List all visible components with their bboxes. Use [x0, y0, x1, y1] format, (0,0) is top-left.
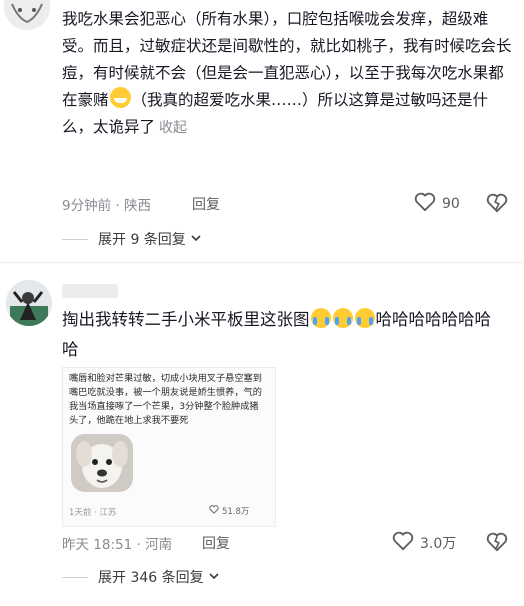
heart-outline-icon — [209, 505, 219, 517]
embedded-comment-text: 嘴唇和脸对芒果过敏，切成小块用叉子悬空塞到嘴巴吃就没事，被一个朋友说是娇生惯养，… — [69, 373, 262, 426]
avatar[interactable] — [6, 280, 52, 326]
broken-heart-icon — [486, 532, 508, 556]
chevron-down-icon — [190, 231, 202, 247]
broken-heart-icon — [486, 193, 508, 217]
dislike-button[interactable] — [486, 532, 508, 556]
comment-text: 我吃水果会犯恶心（所有水果），口腔包括喉咙会发痒，超级难受。而且，过敏症状还是间… — [62, 10, 512, 136]
heart-outline-icon — [392, 531, 414, 555]
expand-replies-label: 展开 346 条回复 — [98, 570, 204, 586]
expand-replies-label: 展开 9 条回复 — [98, 232, 186, 248]
reply-button[interactable]: 回复 — [192, 194, 220, 214]
divider-line — [62, 576, 88, 578]
like-button[interactable]: 3.0万 — [392, 531, 456, 555]
dislike-button[interactable] — [486, 193, 508, 217]
username-blurred — [62, 284, 118, 298]
like-button[interactable]: 90 — [414, 192, 460, 216]
comment-text: 掏出我转转二手小米平板里这张图 哈哈哈哈哈哈哈哈 — [62, 308, 491, 359]
expand-replies-button[interactable]: 展开 9 条回复 — [62, 229, 202, 249]
heart-outline-icon — [414, 192, 436, 216]
avatar[interactable] — [4, 0, 50, 30]
like-count: 90 — [442, 196, 460, 212]
laugh-cry-emoji-icon — [332, 308, 353, 328]
comment-time-location: 9分钟前 · 陕西 — [62, 198, 151, 214]
embedded-time-location: 1天前 · 江苏 — [69, 508, 117, 518]
reply-button[interactable]: 回复 — [202, 533, 230, 553]
expand-replies-button[interactable]: 展开 346 条回复 — [62, 567, 220, 587]
embedded-like-count: 51.8万 — [222, 507, 250, 517]
laugh-cry-emoji-icon — [354, 308, 375, 328]
like-count: 3.0万 — [420, 536, 457, 552]
collapse-link[interactable]: 收起 — [159, 120, 187, 136]
divider-line — [62, 238, 88, 240]
laugh-cry-emoji-icon — [310, 308, 331, 328]
embedded-image[interactable]: 嘴唇和脸对芒果过敏，切成小块用叉子悬空塞到嘴巴吃就没事，被一个朋友说是娇生惯养，… — [62, 367, 276, 527]
embedded-like: 51.8万 — [209, 505, 249, 517]
comment-time-location: 昨天 18:51 · 河南 — [62, 537, 173, 553]
grinning-sweat-emoji-icon — [109, 87, 131, 108]
comment-separator — [0, 262, 524, 263]
chevron-down-icon — [208, 569, 220, 585]
dog-photo — [71, 434, 133, 492]
